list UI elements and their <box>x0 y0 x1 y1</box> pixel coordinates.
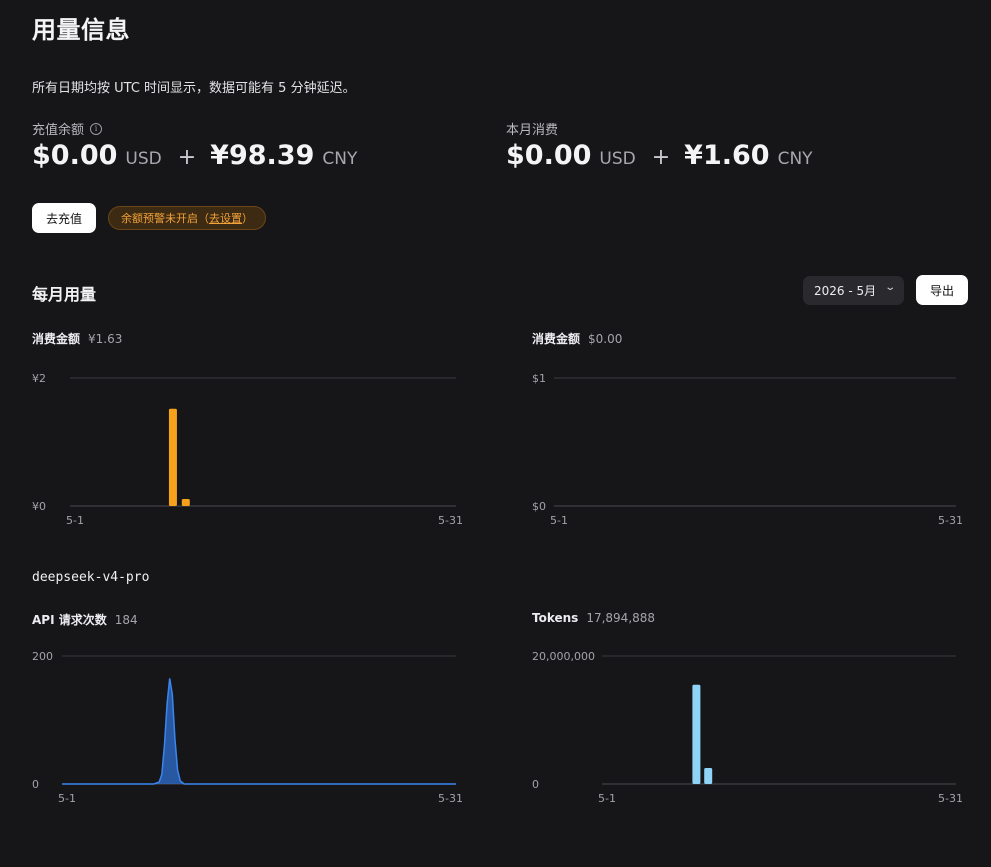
series-line <box>62 678 456 785</box>
area-fill <box>62 678 456 784</box>
info-icon[interactable]: i <box>90 122 103 135</box>
api-requests-chart: 0 200 5-1 5-31 <box>32 650 463 805</box>
y-tick-label: $0 <box>532 500 546 513</box>
chart-summary: 184 <box>114 613 138 627</box>
monthly-spend-usd-unit: USD <box>599 149 636 169</box>
chart-summary: $0.00 <box>588 332 623 346</box>
x-tick-label: 5-31 <box>938 514 963 527</box>
warning-settings-link[interactable]: 去设置 <box>209 210 242 226</box>
y-tick-label: 20,000,000 <box>532 650 595 663</box>
bar <box>692 684 701 784</box>
chevron-down-icon: ⌄ <box>883 282 896 293</box>
monthly-spend-usd: $0.00 <box>506 140 592 171</box>
balance-usd: $0.00 <box>32 140 118 171</box>
balance-usd-unit: USD <box>125 149 162 169</box>
balance-amounts: $0.00 USD + ¥98.39 CNY <box>32 140 357 171</box>
balance-label-text: 充值余额 <box>32 123 85 138</box>
export-button[interactable]: 导出 <box>916 275 968 305</box>
usage-page: 用量信息 所有日期均按 UTC 时间显示，数据可能有 5 分钟延迟。 充值余额 … <box>0 0 991 867</box>
bar <box>168 408 177 506</box>
balance-cny: ¥98.39 <box>210 140 315 171</box>
chart-label: 消费金额 <box>32 332 81 346</box>
y-tick-label: 0 <box>532 778 539 791</box>
x-tick-label: 5-31 <box>438 514 463 527</box>
monthly-spend-cny: ¥1.60 <box>684 140 770 171</box>
chart-label: 消费金额 <box>532 332 581 346</box>
y-tick-label: $1 <box>532 372 546 385</box>
monthly-spend-cny-unit: CNY <box>777 149 813 169</box>
page-title: 用量信息 <box>32 16 130 44</box>
chart-summary: ¥1.63 <box>88 332 123 346</box>
warning-text: 余额预警未开启（ <box>121 212 209 225</box>
chart-summary: 17,894,888 <box>586 611 656 625</box>
y-tick-label: ¥0 <box>32 500 46 513</box>
cost-usd-chart: $0 $1 5-1 5-31 <box>532 372 963 527</box>
x-tick-label: 5-31 <box>438 792 463 805</box>
balance-label: 充值余额 i <box>32 119 103 138</box>
monthly-spend-label-text: 本月消费 <box>506 123 559 138</box>
monthly-usage-title: 每月用量 <box>32 285 97 304</box>
chart-header-api-requests: API 请求次数 184 <box>32 611 138 628</box>
monthly-spend-label: 本月消费 <box>506 119 558 138</box>
chart-header-cost-usd: 消费金额 $0.00 <box>532 330 622 347</box>
balance-cny-unit: CNY <box>322 149 358 169</box>
topup-button[interactable]: 去充值 <box>32 203 96 233</box>
plus-sign: + <box>177 145 197 170</box>
y-tick-label: 200 <box>32 650 53 663</box>
chart-header-cost-cny: 消费金额 ¥1.63 <box>32 330 122 347</box>
tokens-chart: 0 20,000,000 5-1 5-31 <box>532 650 963 805</box>
x-tick-label: 5-1 <box>66 514 84 527</box>
plus-sign: + <box>651 145 671 170</box>
x-tick-label: 5-31 <box>938 792 963 805</box>
x-tick-label: 5-1 <box>598 792 616 805</box>
utc-note: 所有日期均按 UTC 时间显示，数据可能有 5 分钟延迟。 <box>32 81 356 96</box>
chart-label: Tokens <box>532 611 579 625</box>
cost-cny-chart: ¥0 ¥2 5-1 5-31 <box>32 372 463 527</box>
chart-label: API 请求次数 <box>32 613 107 627</box>
bar <box>704 768 713 784</box>
x-tick-label: 5-1 <box>58 792 76 805</box>
y-tick-label: ¥2 <box>32 372 46 385</box>
monthly-spend-amounts: $0.00 USD + ¥1.60 CNY <box>506 140 813 171</box>
x-tick-label: 5-1 <box>550 514 568 527</box>
warning-close-paren: ） <box>242 212 253 225</box>
balance-warning-badge: 余额预警未开启（ 去设置） <box>108 206 266 230</box>
month-select[interactable]: 2026 - 5月 ⌄ <box>803 276 904 305</box>
model-name: deepseek-v4-pro <box>32 570 150 585</box>
y-tick-label: 0 <box>32 778 39 791</box>
month-select-value: 2026 - 5月 <box>814 284 877 298</box>
chart-header-tokens: Tokens 17,894,888 <box>532 611 655 625</box>
bar <box>181 498 190 506</box>
